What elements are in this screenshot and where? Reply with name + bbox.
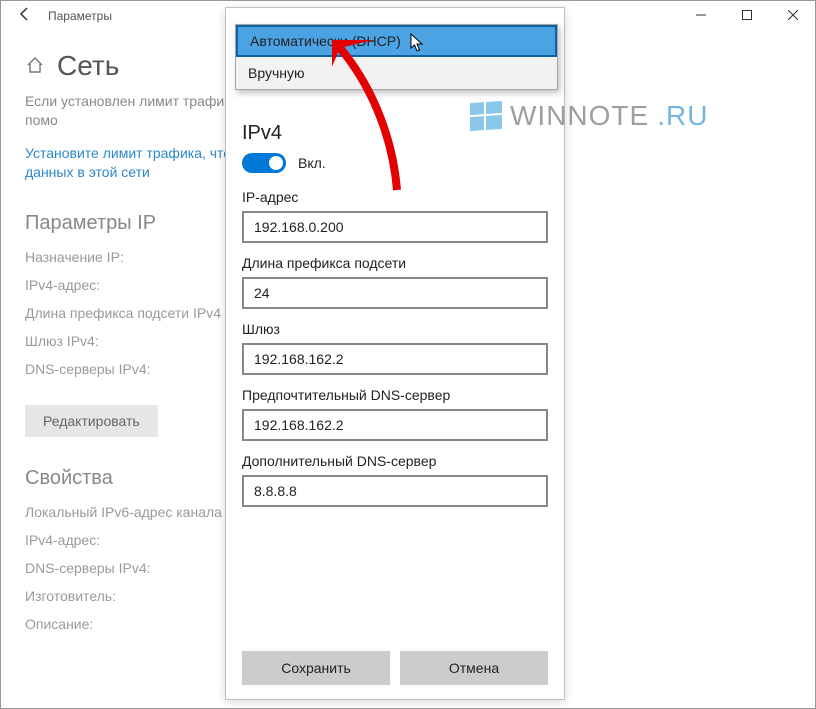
minimize-button[interactable] bbox=[678, 0, 724, 30]
label-dns2: Дополнительный DNS-сервер bbox=[242, 453, 548, 469]
back-button[interactable] bbox=[10, 6, 40, 27]
label-gateway: Шлюз bbox=[242, 321, 548, 337]
ip-mode-dropdown[interactable]: Автоматически (DHCP) Вручную bbox=[235, 24, 558, 90]
watermark-text-1: WINNOTE bbox=[510, 100, 649, 132]
dns1-input[interactable] bbox=[242, 409, 548, 441]
dropdown-option-auto[interactable]: Автоматически (DHCP) bbox=[236, 25, 557, 57]
page-title: Сеть bbox=[57, 50, 119, 82]
maximize-button[interactable] bbox=[724, 0, 770, 30]
watermark-text-2: .RU bbox=[657, 100, 708, 132]
watermark: WINNOTE.RU bbox=[470, 100, 708, 132]
close-button[interactable] bbox=[770, 0, 816, 30]
dns2-input[interactable] bbox=[242, 475, 548, 507]
gateway-input[interactable] bbox=[242, 343, 548, 375]
dropdown-option-manual[interactable]: Вручную bbox=[236, 57, 557, 89]
label-prefix: Длина префикса подсети bbox=[242, 255, 548, 271]
save-button[interactable]: Сохранить bbox=[242, 651, 390, 685]
ip-input[interactable] bbox=[242, 211, 548, 243]
edit-button[interactable]: Редактировать bbox=[25, 405, 158, 437]
label-dns1: Предпочтительный DNS-сервер bbox=[242, 387, 548, 403]
prefix-input[interactable] bbox=[242, 277, 548, 309]
home-icon bbox=[25, 55, 45, 78]
label-ip: IP-адрес bbox=[242, 189, 548, 205]
cancel-button[interactable]: Отмена bbox=[400, 651, 548, 685]
toggle-label: Вкл. bbox=[298, 155, 326, 171]
window-controls bbox=[678, 0, 816, 30]
windows-logo-icon bbox=[470, 101, 502, 131]
ipv4-toggle[interactable] bbox=[242, 153, 286, 173]
window-title: Параметры bbox=[48, 9, 112, 23]
